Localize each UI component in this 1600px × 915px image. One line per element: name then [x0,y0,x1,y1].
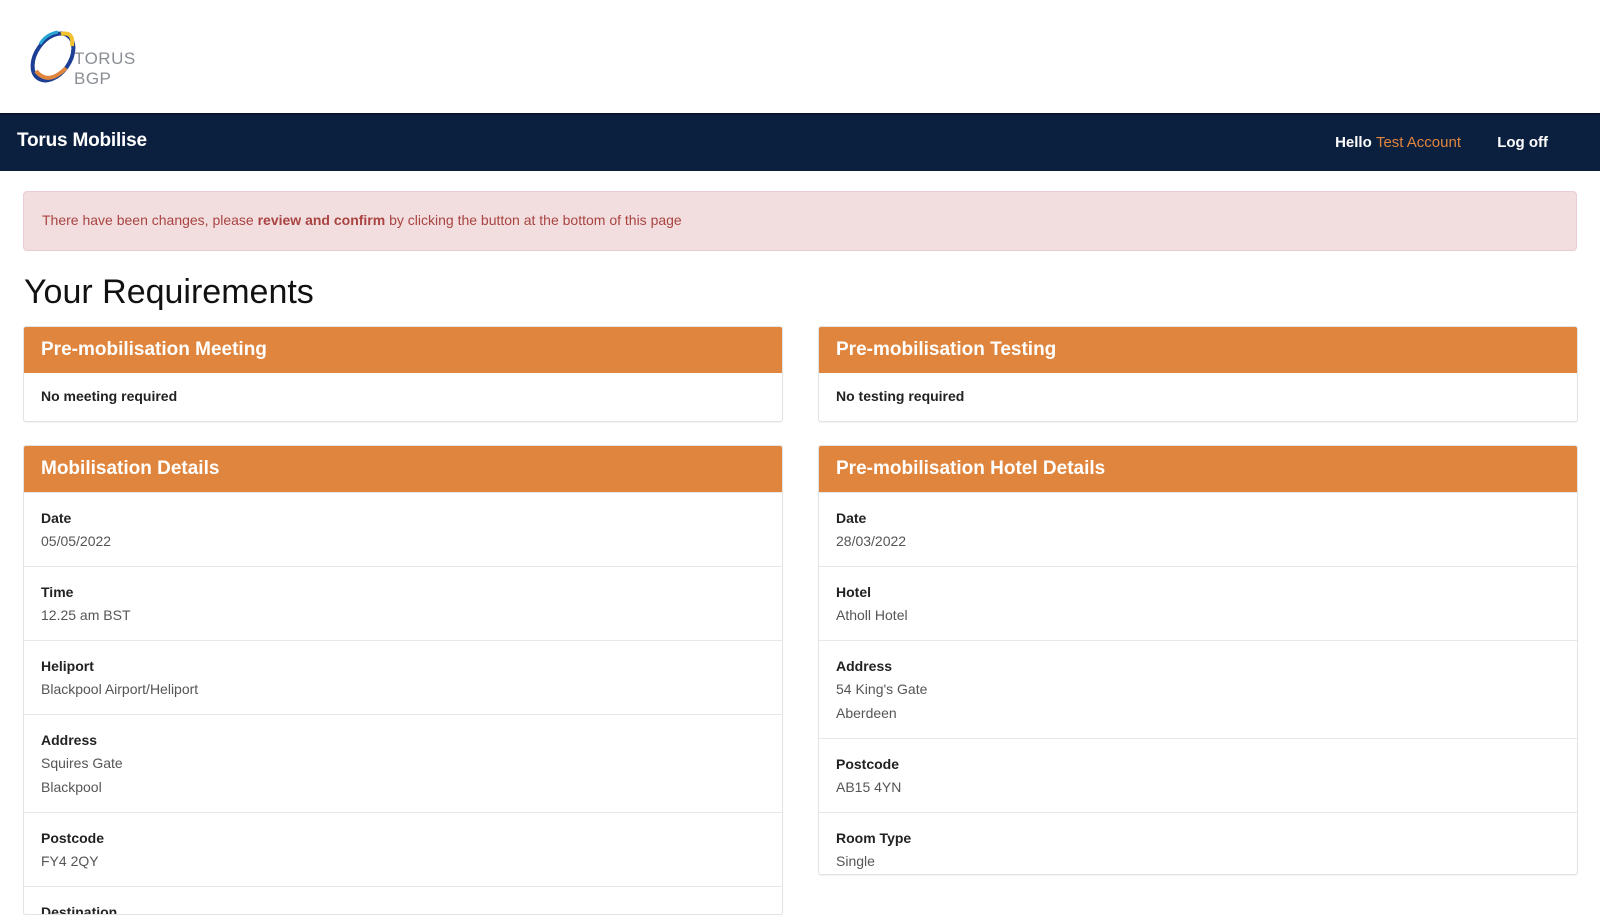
logo-bar: TORUS BGP [0,0,1600,113]
detail-row-hotel: Hotel Atholl Hotel [819,566,1577,640]
alert-text-after: by clicking the button at the bottom of … [389,212,682,228]
alert-text-before: There have been changes, please [42,212,254,228]
torus-logo[interactable]: TORUS BGP [26,26,166,88]
detail-value-line2: Blackpool [41,779,102,795]
detail-label: Heliport [41,658,94,674]
panel-title: Pre-mobilisation Hotel Details [819,446,1577,492]
detail-label: Postcode [836,756,900,772]
detail-value: FY4 2QY [41,853,99,869]
detail-label: Postcode [41,830,105,846]
detail-label: Address [41,732,98,748]
panel-mobilisation-details: Mobilisation Details Date 05/05/2022 Tim… [23,445,783,915]
detail-row-address: Address Squires Gate Blackpool [24,714,782,812]
detail-label: Date [836,510,867,526]
detail-label: Time [41,584,74,600]
detail-label: Date [41,510,72,526]
panel-pre-mobilisation-meeting: Pre-mobilisation Meeting No meeting requ… [23,326,783,422]
nav-right: Hello Test Account Log off [1335,134,1548,151]
detail-label: Destination [41,904,118,915]
detail-row-destination: Destination [24,886,782,915]
detail-row-address: Address 54 King's Gate Aberdeen [819,640,1577,738]
detail-label: Address [836,658,893,674]
detail-row-time: Time 12.25 am BST [24,566,782,640]
detail-value: Atholl Hotel [836,607,908,623]
logo-text: TORUS BGP [74,49,136,88]
alert-strong: review and confirm [257,212,386,228]
detail-label: Hotel [836,584,871,600]
detail-value: 28/03/2022 [836,533,907,549]
top-navbar: Torus Mobilise Hello Test Account Log of… [0,113,1600,171]
panel-title: Pre-mobilisation Meeting [24,327,782,373]
detail-row-heliport: Heliport Blackpool Airport/Heliport [24,640,782,714]
greeting-label: Hello [1335,134,1372,151]
panel-body: No meeting required [41,388,178,404]
panel-title: Mobilisation Details [24,446,782,492]
panel-hotel-details: Pre-mobilisation Hotel Details Date 28/0… [818,445,1578,875]
changes-alert: There have been changes, please review a… [23,191,1577,251]
detail-row-date: Date 05/05/2022 [24,492,782,566]
detail-value-line2: Aberdeen [836,705,897,721]
detail-value-line1: 54 King's Gate [836,681,928,697]
detail-value-line1: Squires Gate [41,755,123,771]
user-account-link[interactable]: Test Account [1376,134,1461,151]
detail-row-date: Date 28/03/2022 [819,492,1577,566]
brand-link[interactable]: Torus Mobilise [17,130,147,152]
detail-value: Blackpool Airport/Heliport [41,681,199,697]
detail-value: 12.25 am BST [41,607,131,623]
page-title: Your Requirements [24,273,314,311]
detail-row-postcode: Postcode FY4 2QY [24,812,782,886]
detail-row-postcode: Postcode AB15 4YN [819,738,1577,812]
detail-label: Room Type [836,830,912,846]
panel-pre-mobilisation-testing: Pre-mobilisation Testing No testing requ… [818,326,1578,422]
detail-value: AB15 4YN [836,779,902,795]
detail-row-room-type: Room Type Single [819,812,1577,874]
panel-body: No testing required [836,388,965,404]
detail-value: 05/05/2022 [41,533,112,549]
detail-value: Single [836,853,875,869]
panel-title: Pre-mobilisation Testing [819,327,1577,373]
logoff-link[interactable]: Log off [1497,134,1548,151]
